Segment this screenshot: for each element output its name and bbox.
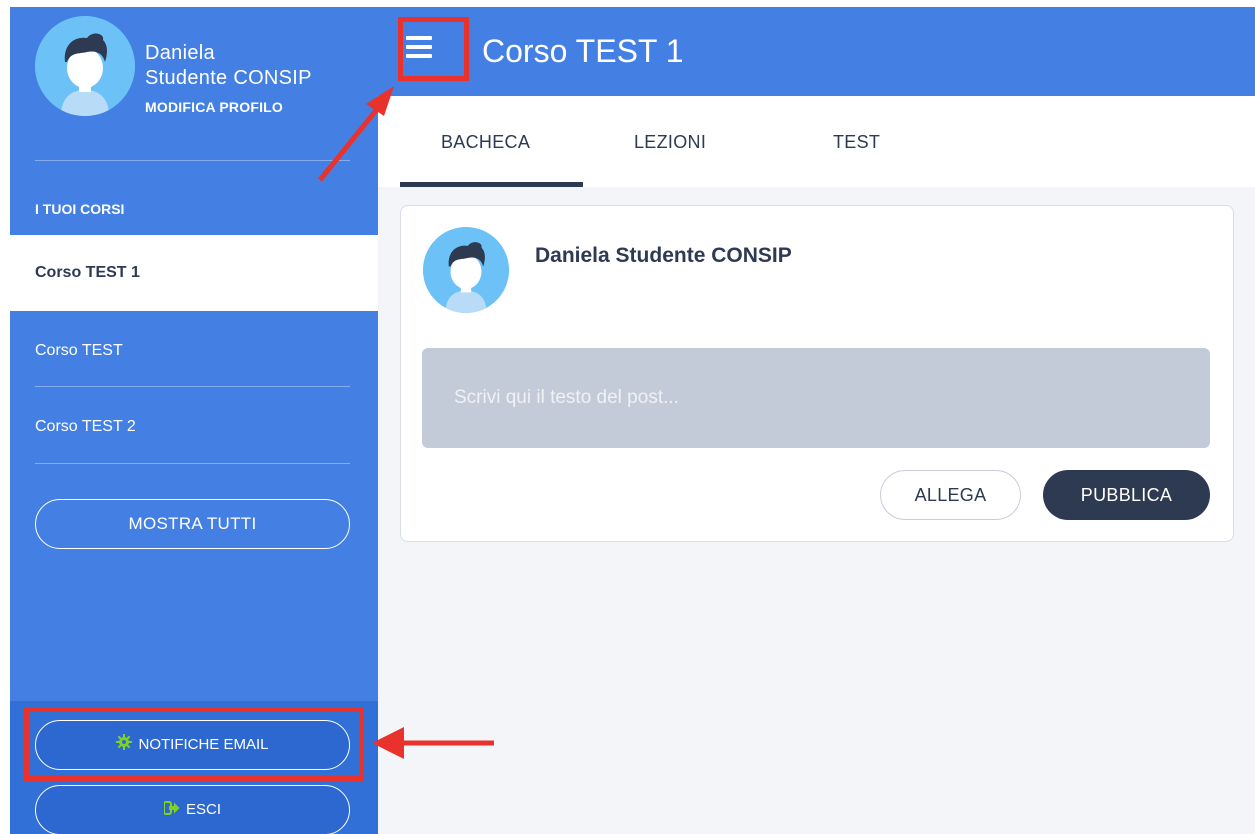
tab-test[interactable]: TEST: [833, 132, 880, 153]
avatar-boy-icon: [423, 227, 509, 313]
divider: [35, 463, 350, 464]
page-title: Corso TEST 1: [482, 33, 684, 69]
edit-profile-link[interactable]: MODIFICA PROFILO: [145, 99, 283, 115]
user-avatar[interactable]: [35, 16, 135, 116]
post-text-input[interactable]: [422, 348, 1210, 448]
annotation-highlight-menu: [398, 17, 469, 81]
tab-lezioni[interactable]: LEZIONI: [634, 132, 706, 153]
attach-button[interactable]: ALLEGA: [880, 470, 1021, 520]
sign-out-icon: [162, 787, 180, 834]
new-post-card: Daniela Studente CONSIP ALLEGA PUBBLICA: [400, 205, 1234, 542]
main-content: Daniela Studente CONSIP ALLEGA PUBBLICA: [378, 187, 1255, 834]
tab-bacheca[interactable]: BACHECA: [441, 132, 530, 153]
logout-label: ESCI: [185, 801, 221, 818]
sidebar-item-corso-test-2[interactable]: Corso TEST 2: [35, 418, 136, 436]
avatar-boy-icon: [35, 16, 135, 116]
annotation-highlight-notifications: [24, 707, 364, 781]
courses-section-title: I TUOI CORSI: [35, 201, 125, 217]
header-bar: Corso TEST 1: [378, 7, 1255, 96]
user-last-name: Studente CONSIP: [145, 67, 312, 89]
logout-button[interactable]: ESCI: [35, 785, 350, 834]
sidebar-item-corso-test[interactable]: Corso TEST: [35, 342, 123, 360]
divider: [35, 386, 350, 387]
author-avatar: [423, 227, 509, 313]
sidebar-item-corso-test-1[interactable]: Corso TEST 1: [10, 235, 378, 311]
show-all-button[interactable]: MOSTRA TUTTI: [35, 499, 350, 549]
divider: [35, 160, 350, 161]
user-first-name: Daniela: [145, 42, 215, 64]
post-author-name: Daniela Studente CONSIP: [535, 244, 792, 267]
tab-bar: BACHECA LEZIONI TEST: [378, 96, 1255, 187]
publish-button[interactable]: PUBBLICA: [1043, 470, 1210, 520]
